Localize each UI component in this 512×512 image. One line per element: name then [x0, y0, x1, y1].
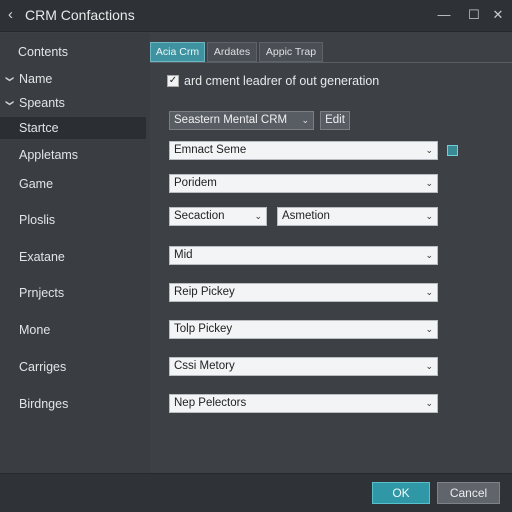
dropdown-value: Emnact Seme: [174, 144, 247, 156]
sidebar-item-label: Mone: [19, 323, 51, 337]
tab-divider: [150, 62, 512, 63]
window-title: CRM Confactions: [25, 7, 135, 23]
sidebar-item-label: Ploslis: [19, 213, 56, 227]
sidebar-item-label: Birdnges: [19, 397, 69, 411]
sidebar-header: Contents: [18, 45, 69, 59]
reip-pickey-dropdown[interactable]: Reip Pickey ⌄: [169, 283, 438, 302]
chevron-down-icon: ⌄: [425, 287, 433, 297]
dropdown-value: Cssi Metory: [174, 360, 235, 372]
sidebar-item-birdnges[interactable]: Birdnges: [0, 393, 146, 415]
tab-ardates[interactable]: Ardates: [207, 42, 257, 62]
cost-memory-dropdown[interactable]: Cssi Metory ⌄: [169, 357, 438, 376]
tolp-pickey-dropdown[interactable]: Tolp Pickey ⌄: [169, 320, 438, 339]
mid-dropdown[interactable]: Mid ⌄: [169, 246, 438, 265]
sidebar-item-label: Speants: [19, 96, 65, 110]
title-bar: ‹ CRM Confactions — ☐ ✕: [0, 0, 512, 32]
sidebar-item-game[interactable]: Game: [0, 173, 146, 195]
cancel-button[interactable]: Cancel: [437, 482, 500, 504]
color-swatch-toggle[interactable]: [447, 145, 458, 156]
dropdown-value: Mid: [174, 249, 193, 261]
sidebar-item-label: Game: [19, 177, 54, 191]
tab-acia-crm[interactable]: Acia Crm: [150, 42, 205, 62]
dropdown-value: Secaction: [174, 210, 225, 222]
chevron-down-icon: ⌄: [425, 324, 433, 334]
chevron-down-icon: ⌄: [425, 145, 433, 155]
dropdown-value: Reip Pickey: [174, 286, 235, 298]
dropdown-value: Poridem: [174, 177, 217, 189]
dropdown-value: Nep Pelectors: [174, 397, 247, 409]
sidebar-item-label: Carriges: [19, 360, 67, 374]
sidebar-item-label: Startce: [19, 121, 59, 135]
sidebar-item-exatane[interactable]: Exatane: [0, 246, 146, 268]
animation-dropdown[interactable]: Asmetion ⌄: [277, 207, 438, 226]
tab-appic-trap[interactable]: Appic Trap: [259, 42, 323, 62]
chevron-down-icon: ⌄: [301, 115, 309, 125]
checkbox-label: ard cment leadrer of out generation: [184, 74, 380, 88]
chevron-down-icon: ⌄: [425, 398, 433, 408]
period-dropdown[interactable]: Poridem ⌄: [169, 174, 438, 193]
dialog-footer: OK Cancel: [0, 473, 512, 512]
close-button[interactable]: ✕: [490, 7, 506, 23]
sidebar-item-label: Name: [19, 72, 53, 86]
chevron-down-icon: ⌄: [254, 211, 262, 221]
dropdown-value: Tolp Pickey: [174, 323, 233, 335]
sidebar-item-mone[interactable]: Mone: [0, 319, 146, 341]
sidebar-item-speants[interactable]: ❯ Speants: [0, 92, 146, 114]
crm-select-value: Seastern Mental CRM: [174, 114, 288, 126]
edit-button[interactable]: Edit: [320, 111, 350, 130]
sidebar-item-startce[interactable]: Startce: [0, 117, 146, 139]
sidebar-item-name[interactable]: ❯ Name: [0, 68, 146, 90]
sidebar: Contents ❯ Name ❯ Speants Startce Applet…: [0, 33, 150, 473]
sidebar-item-label: Prnjects: [19, 286, 65, 300]
maximize-button[interactable]: ☐: [466, 7, 482, 23]
chevron-down-icon[interactable]: ❯: [0, 76, 18, 83]
dropdown-value: Asmetion: [282, 210, 330, 222]
chevron-down-icon[interactable]: ❯: [0, 100, 18, 107]
sidebar-item-label: Appletams: [19, 148, 79, 162]
section-dropdown[interactable]: Secaction ⌄: [169, 207, 267, 226]
ok-button[interactable]: OK: [372, 482, 430, 504]
sidebar-item-ploslis[interactable]: Ploslis: [0, 209, 146, 231]
chevron-down-icon: ⌄: [425, 250, 433, 260]
sidebar-item-label: Exatane: [19, 250, 65, 264]
sidebar-item-appletams[interactable]: Appletams: [0, 144, 146, 166]
contact-scheme-dropdown[interactable]: Emnact Seme ⌄: [169, 141, 438, 160]
sidebar-item-prnjects[interactable]: Prnjects: [0, 282, 146, 304]
nep-pelectors-dropdown[interactable]: Nep Pelectors ⌄: [169, 394, 438, 413]
chevron-down-icon: ⌄: [425, 211, 433, 221]
option-checkbox[interactable]: ✓: [167, 75, 179, 87]
chevron-down-icon: ⌄: [425, 178, 433, 188]
minimize-button[interactable]: —: [436, 7, 452, 23]
back-chevron-icon[interactable]: ‹: [8, 7, 22, 23]
sidebar-item-carriges[interactable]: Carriges: [0, 356, 146, 378]
crm-select[interactable]: Seastern Mental CRM ⌄: [169, 111, 314, 130]
chevron-down-icon: ⌄: [425, 361, 433, 371]
